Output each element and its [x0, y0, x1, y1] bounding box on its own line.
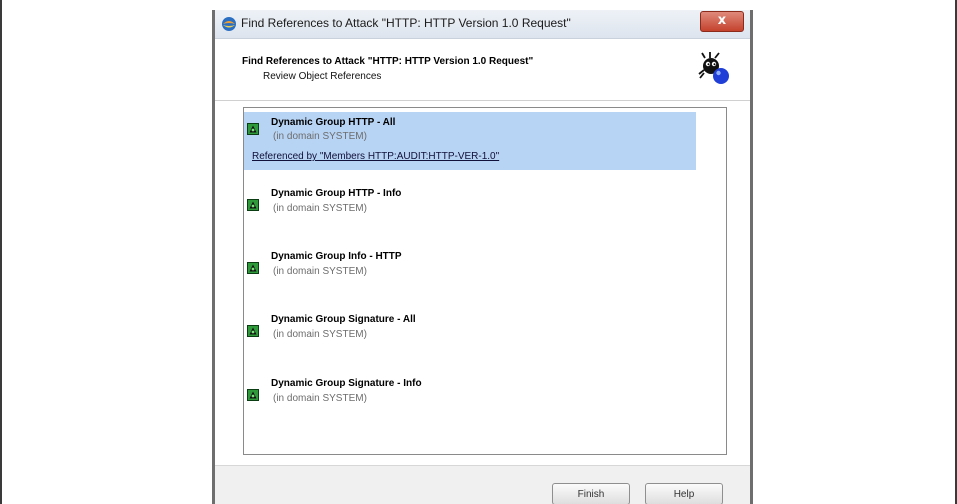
dynamic-group-icon [247, 199, 259, 211]
item-domain: (in domain SYSTEM) [273, 329, 367, 340]
dynamic-group-icon [247, 325, 259, 337]
item-name: Dynamic Group HTTP - All [271, 117, 396, 128]
title-bar[interactable]: Find References to Attack "HTTP: HTTP Ve… [215, 10, 750, 39]
find-references-dialog: Find References to Attack "HTTP: HTTP Ve… [212, 10, 753, 504]
list-item[interactable]: Dynamic Group Signature - Info (in domai… [244, 378, 696, 412]
wizard-header: Find References to Attack "HTTP: HTTP Ve… [215, 39, 750, 99]
item-name: Dynamic Group HTTP - Info [271, 188, 402, 199]
header-subtitle: Review Object References [263, 71, 382, 82]
item-name: Dynamic Group Signature - All [271, 314, 416, 325]
referenced-by-link[interactable]: Referenced by "Members HTTP:AUDIT:HTTP-V… [252, 151, 499, 162]
header-title: Find References to Attack "HTTP: HTTP Ve… [242, 56, 534, 67]
list-item[interactable]: Dynamic Group Info - HTTP (in domain SYS… [244, 251, 696, 285]
wizard-mascot-icon [698, 52, 729, 84]
item-domain: (in domain SYSTEM) [273, 393, 367, 404]
dynamic-group-icon [247, 389, 259, 401]
item-domain: (in domain SYSTEM) [273, 266, 367, 277]
list-item[interactable]: Dynamic Group HTTP - Info (in domain SYS… [244, 188, 696, 222]
dynamic-group-icon [247, 123, 259, 135]
header-divider [215, 100, 750, 101]
window-title: Find References to Attack "HTTP: HTTP Ve… [241, 16, 571, 30]
dialog-footer: Finish Help [215, 465, 750, 504]
close-button[interactable]: x [700, 11, 744, 32]
screen-border-left [0, 0, 2, 504]
list-item[interactable]: Dynamic Group Signature - All (in domain… [244, 314, 696, 348]
finish-button[interactable]: Finish [552, 483, 630, 504]
app-icon [222, 17, 236, 31]
item-name: Dynamic Group Info - HTTP [271, 251, 402, 262]
dynamic-group-icon [247, 262, 259, 274]
help-button[interactable]: Help [645, 483, 723, 504]
references-list[interactable]: Dynamic Group HTTP - All (in domain SYST… [243, 107, 727, 455]
item-name: Dynamic Group Signature - Info [271, 378, 422, 389]
list-item[interactable]: Dynamic Group HTTP - All (in domain SYST… [244, 112, 696, 170]
item-domain: (in domain SYSTEM) [273, 131, 367, 142]
item-domain: (in domain SYSTEM) [273, 203, 367, 214]
